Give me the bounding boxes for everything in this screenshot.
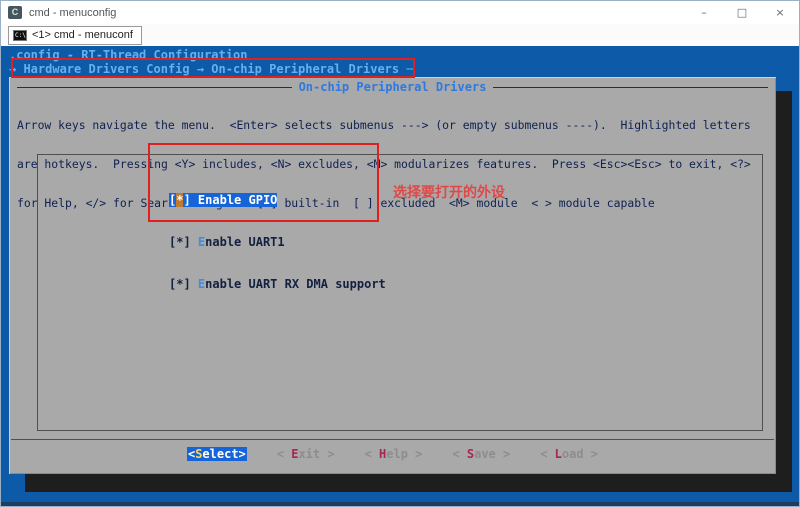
conemu-app-icon: C [8,6,22,19]
breadcrumb-trail-dash: ─ [399,62,413,76]
minimize-button[interactable]: – [685,1,723,24]
title-rule-right [493,87,768,88]
maximize-button[interactable]: □ [723,1,761,24]
dialog-buttons: <Select> < Exit > < Help > < Save > < Lo… [9,447,776,461]
breadcrumb-arrow-icon: → [9,62,23,76]
help-button[interactable]: < Help > [365,447,423,461]
dialog-shadow-bottom [25,474,792,492]
checkbox-bracket: ] [183,193,197,207]
tab-label: <1> cmd - menuconf [32,29,133,41]
menuconfig-header: .config - RT-Thread Configuration [9,48,247,62]
item-label: nable UART1 [205,235,284,249]
terminal-screen: .config - RT-Thread Configuration → Hard… [1,46,800,504]
title-rule-left [17,87,292,88]
breadcrumb: → Hardware Drivers Config → On-chip Peri… [9,62,414,76]
title-bar: C cmd - menuconfig – □ × [1,1,799,24]
cmd-icon: C:\ [13,30,27,41]
load-button[interactable]: < Load > [540,447,598,461]
window-title: cmd - menuconfig [29,7,116,19]
window-bottom-edge [1,502,799,506]
select-button[interactable]: <Select> [187,447,247,461]
checkbox-bracket: ] [183,277,197,291]
close-button[interactable]: × [761,1,799,24]
menu-items: [*] Enable GPIO [*] Enable UART1 [*] Ena… [169,165,386,319]
checkbox-bracket: ] [183,235,197,249]
dialog-title: On-chip Peripheral Drivers [299,80,487,94]
save-button[interactable]: < Save > [452,447,510,461]
menu-item-enable-uart-rx-dma[interactable]: [*] Enable UART RX DMA support [169,277,386,291]
tab-bar: C:\ <1> cmd - menuconf + ▾ 1 ▾ ≡ [1,24,799,46]
app-window: C cmd - menuconfig – □ × C:\ <1> cmd - m… [0,0,800,507]
item-label: nable UART RX DMA support [205,277,386,291]
item-label: nable GPIO [205,193,277,207]
menuconfig-dialog: On-chip Peripheral Drivers Arrow keys na… [9,77,776,474]
dialog-shadow-right [776,91,792,492]
breadcrumb-path: Hardware Drivers Config → On-chip Periph… [23,62,399,76]
exit-button[interactable]: < Exit > [277,447,335,461]
menu-item-enable-uart1[interactable]: [*] Enable UART1 [169,235,386,249]
buttons-separator [11,439,774,440]
menu-item-enable-gpio[interactable]: [*] Enable GPIO [169,193,386,207]
instructions-line-1: Arrow keys navigate the menu. <Enter> se… [17,119,751,132]
dialog-title-row: On-chip Peripheral Drivers [17,80,768,94]
tab-cmd-menuconfig[interactable]: C:\ <1> cmd - menuconf [8,26,142,45]
annotation-text: 选择要打开的外设 [393,182,505,202]
